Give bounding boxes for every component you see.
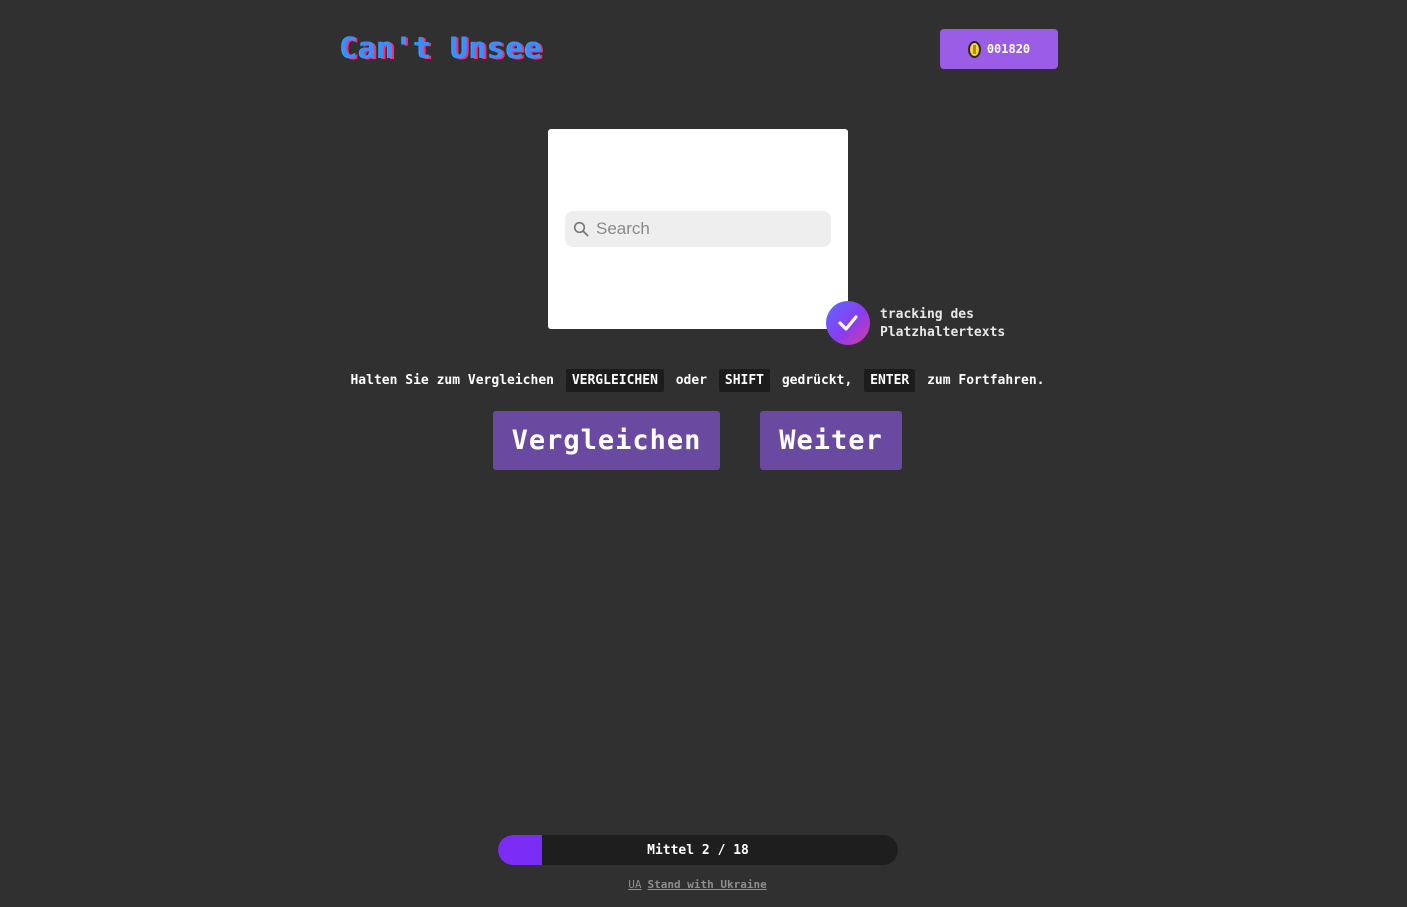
badge-caption: tracking des Platzhaltertexts	[880, 306, 1005, 342]
coin-counter: 001820	[940, 29, 1058, 69]
search-bar[interactable]	[565, 211, 831, 247]
key-compare: VERGLEICHEN	[565, 369, 664, 392]
instructions: Halten Sie zum Vergleichen VERGLEICHEN o…	[0, 369, 1395, 392]
design-preview	[548, 129, 848, 329]
check-badge	[826, 301, 870, 345]
key-shift: SHIFT	[718, 369, 771, 392]
coin-icon	[967, 40, 981, 58]
coin-count: 001820	[986, 42, 1031, 56]
next-button[interactable]: Weiter	[760, 411, 902, 470]
flag-icon: UA	[628, 878, 642, 891]
instructions-text-3: gedrückt,	[781, 373, 853, 388]
search-icon	[573, 221, 589, 237]
stand-with-ukraine-label: Stand with Ukraine	[647, 878, 767, 891]
footer: UA Stand with Ukraine	[0, 878, 1395, 891]
instructions-text-4: zum Fortfahren.	[927, 373, 1045, 388]
instructions-text-2: oder	[675, 373, 708, 388]
check-icon	[838, 315, 858, 331]
search-input[interactable]	[596, 219, 816, 239]
badge-caption-line1: tracking des	[880, 307, 974, 322]
instructions-text-1: Halten Sie zum Vergleichen	[350, 373, 554, 388]
progress-label: Mittel 2 / 18	[647, 842, 749, 858]
logo[interactable]: Can't Unsee	[340, 31, 543, 65]
stand-with-ukraine-link[interactable]: UA Stand with Ukraine	[628, 878, 766, 891]
badge-caption-line2: Platzhaltertexts	[880, 325, 1006, 340]
progress-bar: Mittel 2 / 18	[498, 835, 898, 865]
compare-button[interactable]: Vergleichen	[493, 411, 720, 470]
key-enter: ENTER	[864, 369, 916, 392]
